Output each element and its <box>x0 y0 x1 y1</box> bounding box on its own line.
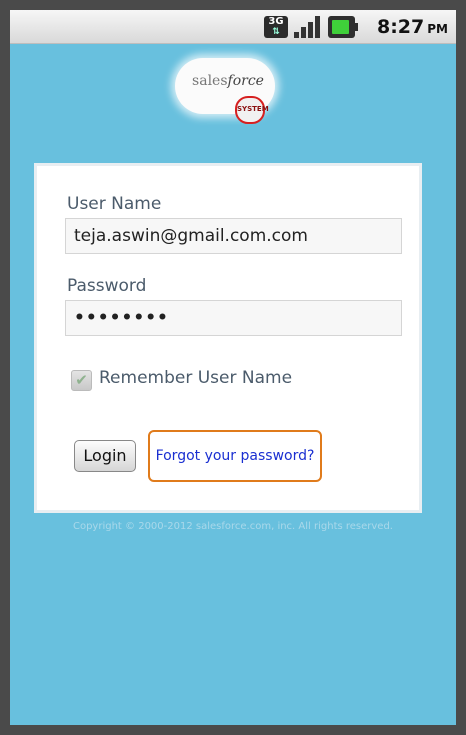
logo-text: salesforce <box>192 73 264 89</box>
login-form: User Name teja.aswin@gmail.com.com Passw… <box>34 163 422 513</box>
network-label: 3G <box>268 16 284 27</box>
copyright-text: Copyright © 2000-2012 salesforce.com, in… <box>72 521 393 532</box>
device-frame: 3G ⇅ 8:27PM salesforce SYSTEM User Name <box>0 0 466 735</box>
password-label: Password <box>67 276 147 296</box>
username-field[interactable]: teja.aswin@gmail.com.com <box>65 218 402 254</box>
remember-checkbox[interactable]: ✔ <box>71 370 92 391</box>
battery-icon <box>328 16 358 38</box>
salesforce-logo: salesforce SYSTEM <box>175 50 279 124</box>
signal-icon <box>294 16 320 38</box>
clock: 8:27 PM <box>377 14 448 40</box>
forgot-password-link[interactable]: Forgot your password? <box>148 430 322 482</box>
screen: 3G ⇅ 8:27PM salesforce SYSTEM User Name <box>10 10 456 725</box>
clock-time: 8:27 <box>376 16 425 38</box>
status-bar: 3G ⇅ 8:27 PM <box>10 10 456 44</box>
username-label: User Name <box>67 194 162 214</box>
data-arrows-icon: ⇅ <box>272 27 280 37</box>
logo-badge-icon: SYSTEM <box>235 96 269 124</box>
password-field[interactable]: •••••••• <box>65 300 402 336</box>
login-button[interactable]: Login <box>74 440 136 472</box>
clock-ampm: PM <box>427 22 448 36</box>
login-screen: salesforce SYSTEM User Name teja.aswin@g… <box>10 44 456 725</box>
remember-label: Remember User Name <box>99 368 293 388</box>
network-3g-icon: 3G ⇅ <box>264 16 288 38</box>
